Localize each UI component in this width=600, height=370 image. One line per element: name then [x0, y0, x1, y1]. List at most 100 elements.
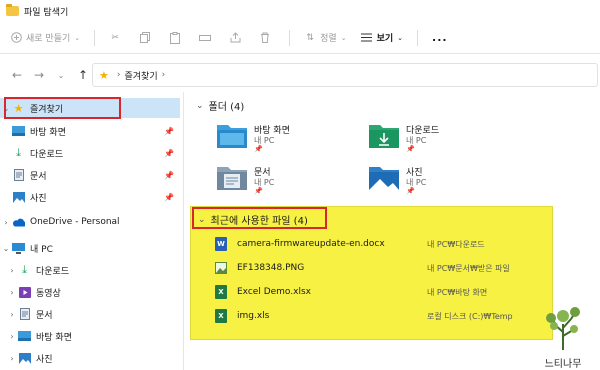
pictures-icon [12, 191, 25, 203]
list-item[interactable]: X img.xls 로컬 디스크 (C:)₩Temp [215, 306, 545, 326]
list-item[interactable]: W camera-firmwareupdate-en.docx 내 PC₩다운로… [215, 234, 545, 254]
pane-divider[interactable] [183, 92, 184, 370]
sidebar-item-onedrive[interactable]: › OneDrive - Personal [0, 212, 180, 232]
document-icon [12, 169, 25, 181]
pictures-icon [18, 352, 31, 364]
share-button[interactable] [229, 32, 245, 44]
sidebar-item-pc-desktop[interactable]: › 바탕 화면 [0, 326, 180, 346]
clipboard-icon [169, 31, 181, 44]
list-item[interactable]: X Excel Demo.xlsx 내 PC₩바탕 화면 [215, 282, 545, 302]
scissors-icon: ✂ [111, 32, 119, 43]
sidebar-label: 문서 [36, 310, 53, 321]
view-button[interactable]: 보기 ⌄ [361, 31, 403, 44]
pin-icon: 📌 [164, 126, 174, 136]
cloud-icon [12, 217, 25, 228]
sort-button[interactable]: ⇅ 정렬 ⌄ [304, 31, 346, 45]
sidebar-item-pictures[interactable]: 사진 📌 [0, 187, 180, 207]
navigation-pane: ⌄ ★ 즐겨찾기 바탕 화면 📌 ⤓ 다운로드 📌 문서 📌 사진 📌 › On… [0, 92, 182, 370]
pin-icon: 📌 [406, 187, 415, 195]
sidebar-item-videos[interactable]: › 동영상 [0, 282, 180, 302]
folder-tile-desktop[interactable]: 바탕 화면 내 PC 📌 [216, 121, 366, 157]
chevron-down-icon: ⌄ [2, 243, 10, 253]
trash-icon [259, 32, 271, 44]
sidebar-item-desktop[interactable]: 바탕 화면 📌 [0, 121, 180, 141]
file-location: 내 PC₩다운로드 [427, 239, 485, 249]
sidebar-item-downloads[interactable]: ⤓ 다운로드 📌 [0, 143, 180, 163]
folder-tile-downloads[interactable]: 다운로드 내 PC 📌 [368, 121, 518, 157]
excel-icon: X [215, 309, 227, 323]
pin-icon: 📌 [254, 187, 263, 195]
more-button[interactable]: ... [432, 31, 448, 44]
paste-button[interactable] [169, 31, 185, 44]
file-location: 로컬 디스크 (C:)₩Temp [427, 311, 513, 321]
sidebar-label: 다운로드 [36, 266, 70, 277]
recent-section-title: 최근에 사용한 파일 (4) [210, 216, 308, 227]
sidebar-label: 다운로드 [30, 149, 64, 160]
rename-button[interactable] [199, 32, 215, 44]
list-item[interactable]: EF138348.PNG 내 PC₩문서₩받은 파일 [215, 258, 545, 278]
computer-icon [12, 242, 25, 254]
folder-icon [6, 4, 19, 16]
pin-icon: 📌 [164, 148, 174, 158]
file-name: camera-firmwareupdate-en.docx [237, 239, 385, 249]
folders-section-header[interactable]: ⌄ 폴더 (4) [196, 98, 245, 114]
sidebar-item-pc-documents[interactable]: › 문서 [0, 304, 180, 324]
toolbar-divider [289, 29, 291, 46]
folder-tile-pictures[interactable]: 사진 내 PC 📌 [368, 163, 518, 199]
more-icon: ... [432, 31, 448, 44]
share-icon [229, 32, 241, 44]
documents-folder-icon [216, 163, 248, 193]
cut-button[interactable]: ✂ [109, 32, 125, 44]
back-button[interactable]: ← [8, 68, 26, 82]
desktop-icon [12, 126, 25, 137]
forward-button[interactable]: → [30, 68, 48, 82]
document-icon [18, 308, 31, 320]
copy-icon [139, 32, 151, 44]
watermark-logo: 느티나무 [534, 304, 592, 370]
sidebar-item-documents[interactable]: 문서 📌 [0, 165, 180, 185]
delete-button[interactable] [259, 32, 275, 44]
desktop-icon [18, 331, 31, 342]
watermark-text: 느티나무 [544, 359, 582, 370]
sidebar-label: 내 PC [30, 244, 53, 255]
sort-icon: ⇅ [306, 32, 314, 43]
file-location: 내 PC₩문서₩받은 파일 [427, 263, 510, 273]
sidebar-item-pc-downloads[interactable]: › ⤓ 다운로드 [0, 260, 180, 280]
window-title: 파일 탐색기 [24, 7, 69, 18]
excel-icon: X [215, 285, 227, 299]
folders-section-title: 폴더 (4) [208, 102, 245, 113]
copy-button[interactable] [139, 32, 155, 44]
chevron-right-icon: › [161, 70, 166, 80]
recent-section-header[interactable]: ⌄ 최근에 사용한 파일 (4) [198, 212, 308, 228]
view-icon [361, 32, 373, 44]
sidebar-label: 동영상 [36, 288, 61, 299]
pin-icon: 📌 [254, 145, 263, 153]
chevron-right-icon: › [10, 309, 14, 319]
sidebar-label: OneDrive - Personal [30, 217, 120, 227]
desktop-folder-icon [216, 121, 248, 151]
file-name: Excel Demo.xlsx [237, 287, 311, 297]
star-icon: ★ [99, 68, 109, 82]
new-button[interactable]: 새로 만들기 ⌄ [10, 31, 80, 44]
sidebar-item-pc-pictures[interactable]: › 사진 [0, 348, 180, 368]
pin-icon: 📌 [164, 170, 174, 180]
new-button-label: 새로 만들기 [26, 34, 71, 44]
sidebar-label: 문서 [30, 171, 47, 182]
address-bar[interactable]: ★ › 즐겨찾기 › [92, 63, 598, 87]
up-button[interactable]: ↑ [74, 68, 92, 82]
breadcrumb-favorites[interactable]: 즐겨찾기 [124, 69, 157, 82]
toolbar-divider [417, 29, 419, 46]
image-icon [215, 261, 227, 275]
sidebar-item-thispc[interactable]: ⌄ 내 PC [0, 238, 180, 258]
chevron-down-icon: ⌄ [198, 214, 206, 225]
downloads-folder-icon [368, 121, 400, 151]
pin-icon: 📌 [406, 145, 415, 153]
recent-locations-button[interactable]: ⌄ [52, 71, 70, 80]
sidebar-label: 바탕 화면 [30, 127, 66, 138]
pin-icon: 📌 [164, 192, 174, 202]
download-icon: ⤓ [16, 146, 21, 159]
navigation-bar: ← → ⌄ ↑ ★ › 즐겨찾기 › [0, 60, 600, 90]
annotation-box-favorites [4, 97, 121, 119]
folder-tile-documents[interactable]: 문서 내 PC 📌 [216, 163, 366, 199]
download-icon: ⤓ [22, 263, 27, 276]
